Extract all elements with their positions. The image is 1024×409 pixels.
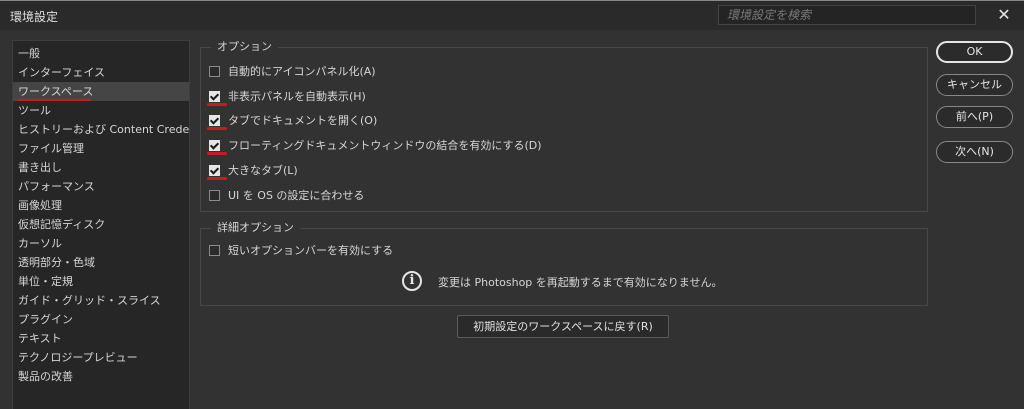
option-label: タブでドキュメントを開く(O) bbox=[228, 114, 378, 127]
search-input[interactable] bbox=[719, 6, 975, 24]
preferences-search[interactable] bbox=[718, 5, 976, 25]
checkbox[interactable] bbox=[209, 244, 220, 256]
checkbox[interactable] bbox=[209, 90, 220, 102]
sidebar-item-interface[interactable]: インターフェイス bbox=[13, 63, 189, 82]
close-icon[interactable]: ✕ bbox=[995, 5, 1013, 25]
option-label: 自動的にアイコンパネル化(A) bbox=[228, 65, 376, 78]
advanced-options-group: 詳細オプション 短いオプションバーを有効にする i 変更は Photoshop … bbox=[200, 221, 928, 306]
option-narrow-options-bar[interactable]: 短いオプションバーを有効にする bbox=[209, 240, 393, 260]
sidebar: 一般 インターフェイス ワークスペース ツール ヒストリーおよび Content… bbox=[12, 40, 190, 409]
sidebar-item-file-handling[interactable]: ファイル管理 bbox=[13, 139, 189, 158]
option-match-os-ui[interactable]: UI を OS の設定に合わせる bbox=[209, 185, 364, 205]
window-title: 環境設定 bbox=[10, 10, 59, 24]
checkbox[interactable] bbox=[209, 65, 220, 77]
next-button[interactable]: 次へ(N) bbox=[936, 141, 1013, 163]
sidebar-item-plugins[interactable]: プラグイン bbox=[13, 310, 189, 329]
checkbox[interactable] bbox=[209, 139, 220, 151]
red-annotation-mark bbox=[207, 152, 227, 155]
sidebar-item-workspace[interactable]: ワークスペース bbox=[13, 82, 189, 101]
ok-button[interactable]: OK bbox=[936, 41, 1013, 63]
option-label: UI を OS の設定に合わせる bbox=[228, 189, 365, 202]
restart-notice: i 変更は Photoshop を再起動するまで有効になりません。 bbox=[201, 271, 927, 295]
sidebar-item-type[interactable]: テキスト bbox=[13, 329, 189, 348]
advanced-group-title: 詳細オプション bbox=[211, 221, 300, 235]
checkbox[interactable] bbox=[209, 189, 220, 201]
options-group-title: オプション bbox=[211, 40, 278, 54]
title-bar: 環境設定 ✕ bbox=[0, 1, 1024, 30]
sidebar-item-general[interactable]: 一般 bbox=[13, 44, 189, 63]
option-label: 非表示パネルを自動表示(H) bbox=[228, 90, 366, 103]
sidebar-item-product-improvement[interactable]: 製品の改善 bbox=[13, 367, 189, 386]
option-label: 大きなタブ(L) bbox=[228, 164, 298, 177]
option-auto-collapse[interactable]: 自動的にアイコンパネル化(A) bbox=[209, 61, 376, 81]
options-group: オプション 自動的にアイコンパネル化(A) 非表示パネルを自動表示(H) タブで… bbox=[200, 40, 928, 212]
sidebar-item-units-rulers[interactable]: 単位・定規 bbox=[13, 272, 189, 291]
red-annotation-mark bbox=[207, 103, 227, 106]
sidebar-item-scratch-disks[interactable]: 仮想記憶ディスク bbox=[13, 215, 189, 234]
option-auto-show-hidden-panels[interactable]: 非表示パネルを自動表示(H) bbox=[207, 86, 366, 106]
option-label: フローティングドキュメントウィンドウの結合を有効にする(D) bbox=[228, 139, 542, 152]
reset-workspace-button[interactable]: 初期設定のワークスペースに戻す(R) bbox=[457, 315, 669, 338]
checkbox[interactable] bbox=[209, 114, 220, 126]
red-annotation-mark bbox=[207, 177, 227, 180]
info-icon: i bbox=[402, 271, 422, 291]
red-annotation-mark bbox=[207, 127, 227, 130]
sidebar-item-export[interactable]: 書き出し bbox=[13, 158, 189, 177]
option-large-tabs[interactable]: 大きなタブ(L) bbox=[207, 160, 298, 180]
option-open-documents-as-tabs[interactable]: タブでドキュメントを開く(O) bbox=[207, 110, 378, 130]
sidebar-item-technology-previews[interactable]: テクノロジープレビュー bbox=[13, 348, 189, 367]
checkbox[interactable] bbox=[209, 164, 220, 176]
option-label: 短いオプションバーを有効にする bbox=[228, 244, 394, 257]
sidebar-item-tools[interactable]: ツール bbox=[13, 101, 189, 120]
sidebar-item-image-processing[interactable]: 画像処理 bbox=[13, 196, 189, 215]
sidebar-item-performance[interactable]: パフォーマンス bbox=[13, 177, 189, 196]
option-enable-floating-docking[interactable]: フローティングドキュメントウィンドウの結合を有効にする(D) bbox=[207, 135, 542, 155]
prev-button[interactable]: 前へ(P) bbox=[936, 106, 1013, 128]
cancel-button[interactable]: キャンセル bbox=[936, 74, 1013, 96]
sidebar-item-history[interactable]: ヒストリーおよび Content Credentials bbox=[13, 120, 189, 139]
restart-notice-text: 変更は Photoshop を再起動するまで有効になりません。 bbox=[438, 276, 723, 289]
sidebar-item-cursors[interactable]: カーソル bbox=[13, 234, 189, 253]
sidebar-item-guides-grid-slices[interactable]: ガイド・グリッド・スライス bbox=[13, 291, 189, 310]
sidebar-item-transparency-gamut[interactable]: 透明部分・色域 bbox=[13, 253, 189, 272]
